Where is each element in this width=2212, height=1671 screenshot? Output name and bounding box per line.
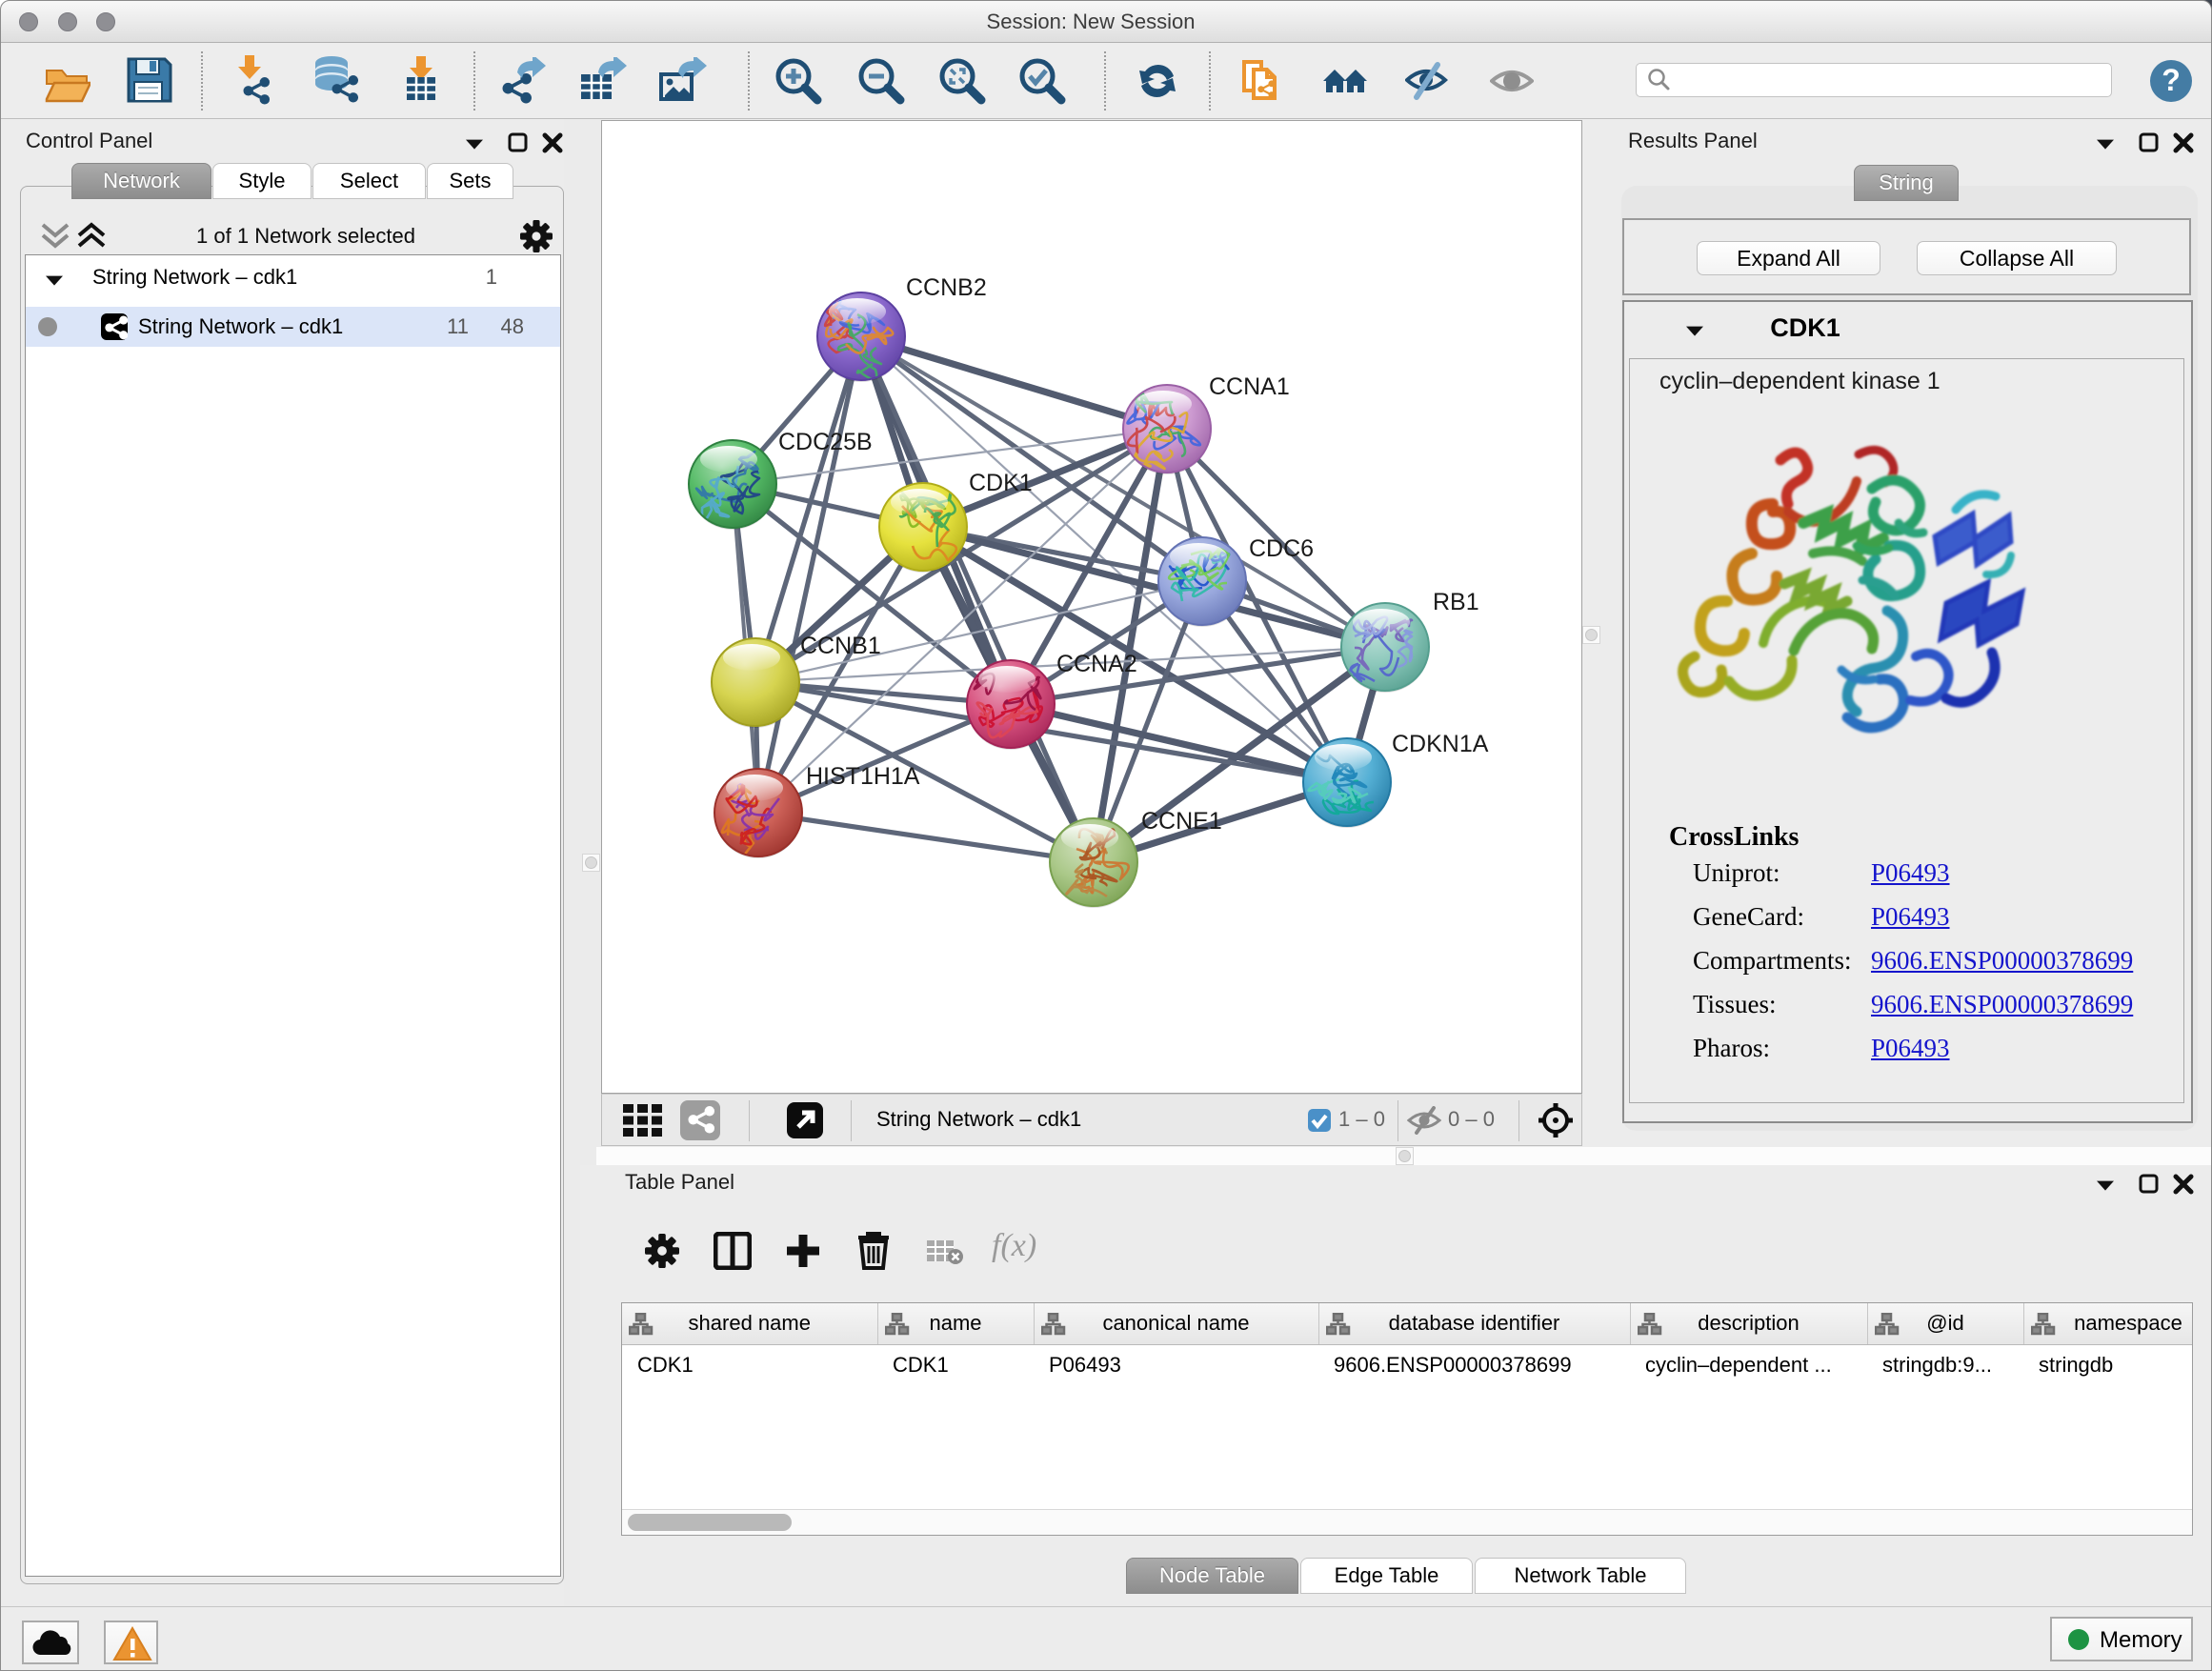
- svg-text:CDC6: CDC6: [1249, 535, 1314, 562]
- svg-text:CCNA2: CCNA2: [1056, 651, 1137, 677]
- svg-text:CCNB1: CCNB1: [800, 633, 881, 659]
- svg-text:?: ?: [2162, 63, 2181, 97]
- svg-text:HIST1H1A: HIST1H1A: [806, 763, 920, 790]
- svg-text:CCNA1: CCNA1: [1209, 373, 1290, 400]
- svg-text:CCNE1: CCNE1: [1141, 808, 1222, 835]
- svg-text:CDK1: CDK1: [969, 470, 1033, 496]
- svg-text:CCNB2: CCNB2: [906, 274, 987, 301]
- svg-text:RB1: RB1: [1433, 589, 1479, 615]
- svg-text:CDKN1A: CDKN1A: [1392, 731, 1489, 757]
- svg-text:CDC25B: CDC25B: [778, 429, 873, 455]
